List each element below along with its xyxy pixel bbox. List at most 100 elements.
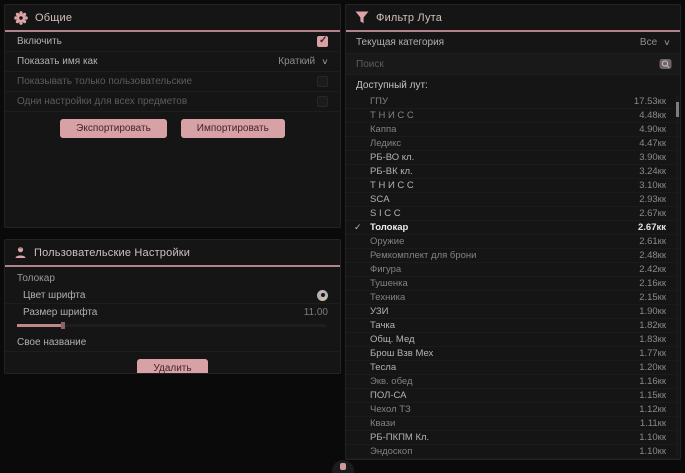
- list-item[interactable]: Чехол ТЗ1.12кк: [346, 403, 680, 417]
- list-item[interactable]: Тесла1.20кк: [346, 361, 680, 375]
- delete-button[interactable]: Удалить: [137, 359, 207, 374]
- list-item[interactable]: РБ-ПКПМ Кл.1.10кк: [346, 431, 680, 445]
- same-settings-checkbox[interactable]: [317, 96, 328, 107]
- only-custom-label: Показывать только пользовательские: [17, 76, 192, 87]
- loot-item-name: Оружие: [370, 236, 639, 247]
- list-item[interactable]: SCA2.93кк: [346, 193, 680, 207]
- funnel-icon: [355, 11, 369, 24]
- list-item[interactable]: УЗИ1.90кк: [346, 305, 680, 319]
- user-settings-panel: Пользовательские Настройки Толокар Цвет …: [4, 239, 341, 374]
- enable-checkbox[interactable]: [317, 36, 328, 47]
- window-drag-handle[interactable]: [332, 460, 354, 473]
- category-label: Текущая категория: [356, 37, 444, 48]
- list-item[interactable]: Тушенка2.16кк: [346, 277, 680, 291]
- setting-row-enable: Включить: [5, 32, 340, 52]
- category-dropdown[interactable]: Все ∨: [640, 37, 670, 48]
- available-loot-label: Доступный лут:: [346, 75, 680, 95]
- list-item[interactable]: Оружие2.61кк: [346, 235, 680, 249]
- loot-item-value: 2.16кк: [639, 278, 666, 289]
- font-color-row: Цвет шрифта: [5, 287, 340, 304]
- list-item[interactable]: Каппа4.90кк: [346, 123, 680, 137]
- only-custom-checkbox[interactable]: [317, 76, 328, 87]
- list-item[interactable]: ГПУ17.53кк: [346, 95, 680, 109]
- import-button[interactable]: Импортировать: [181, 119, 285, 138]
- list-item[interactable]: 0.2BTC1.09кк: [346, 459, 680, 460]
- loot-item-name: Фигура: [370, 264, 639, 275]
- list-item[interactable]: РБ-ВК кл.3.24кк: [346, 165, 680, 179]
- search-icon[interactable]: [659, 58, 672, 70]
- drag-handle-pin-icon: [340, 463, 346, 470]
- loot-item-name: Толокар: [370, 222, 638, 233]
- name-format-value: Краткий: [278, 56, 315, 67]
- user-icon: [14, 246, 27, 259]
- list-item[interactable]: Квази1.11кк: [346, 417, 680, 431]
- list-item[interactable]: Эндоскоп1.10кк: [346, 445, 680, 459]
- loot-item-name: Т Н И С С: [370, 180, 639, 191]
- custom-name-label: Свое название: [17, 337, 86, 348]
- loot-item-value: 2.67кк: [638, 222, 666, 233]
- loot-item-name: Брош Взв Мех: [370, 348, 639, 359]
- loot-item-value: 1.12кк: [639, 404, 666, 415]
- loot-item-name: Эндоскоп: [370, 446, 639, 457]
- list-item[interactable]: Экв. обед1.16кк: [346, 375, 680, 389]
- color-picker-icon[interactable]: [317, 290, 328, 301]
- delete-row: Удалить: [5, 352, 340, 374]
- loot-item-name: УЗИ: [370, 306, 639, 317]
- list-item[interactable]: Ледикс4.47кк: [346, 137, 680, 151]
- loot-item-value: 1.16кк: [639, 376, 666, 387]
- list-item[interactable]: ✓Толокар2.67кк: [346, 221, 680, 235]
- loot-item-value: 1.10кк: [639, 446, 666, 457]
- slider-fill: [17, 324, 63, 327]
- loot-item-value: 1.11кк: [640, 418, 666, 429]
- name-format-dropdown[interactable]: Краткий ∨: [278, 56, 328, 67]
- export-button[interactable]: Экспортировать: [60, 119, 167, 138]
- list-item[interactable]: Техника2.15кк: [346, 291, 680, 305]
- panel-title: Пользовательские Настройки: [34, 247, 190, 259]
- list-item[interactable]: Ремкомплект для брони2.48кк: [346, 249, 680, 263]
- name-format-label: Показать имя как: [17, 56, 97, 67]
- list-item[interactable]: Брош Взв Мех1.77кк: [346, 347, 680, 361]
- font-size-row: Размер шрифта 11.00: [5, 304, 340, 320]
- custom-name-row: Свое название: [5, 333, 340, 352]
- chevron-down-icon: ∨: [663, 38, 671, 47]
- list-item[interactable]: РБ-ВО кл.3.90кк: [346, 151, 680, 165]
- list-item[interactable]: Фигура2.42кк: [346, 263, 680, 277]
- slider-thumb[interactable]: [61, 322, 65, 329]
- search-input[interactable]: [354, 58, 659, 71]
- custom-name-input[interactable]: [94, 334, 328, 350]
- loot-item-value: 3.10кк: [639, 180, 666, 191]
- font-color-label: Цвет шрифта: [23, 290, 85, 301]
- selected-item-name: Толокар: [5, 267, 340, 287]
- loot-item-name: S I C C: [370, 208, 639, 219]
- loot-item-name: Экв. обед: [370, 376, 639, 387]
- loot-item-name: Тесла: [370, 362, 639, 373]
- loot-list: ГПУ17.53ккТ Н И С С4.48ккКаппа4.90ккЛеди…: [346, 95, 680, 460]
- loot-item-name: РБ-ВК кл.: [370, 166, 639, 177]
- loot-item-value: 3.90кк: [639, 152, 666, 163]
- loot-list-scrollbar[interactable]: [676, 95, 679, 456]
- list-item[interactable]: Тачка1.82кк: [346, 319, 680, 333]
- general-settings-panel: Общие Включить Показать имя как Краткий …: [4, 4, 341, 228]
- loot-item-name: ПОЛ-СА: [370, 390, 639, 401]
- list-item[interactable]: Т Н И С С4.48кк: [346, 109, 680, 123]
- list-item[interactable]: ПОЛ-СА1.15кк: [346, 389, 680, 403]
- loot-item-name: Ледикс: [370, 138, 639, 149]
- loot-item-value: 2.93кк: [639, 194, 666, 205]
- loot-item-value: 4.48кк: [639, 110, 666, 121]
- loot-item-name: РБ-ПКПМ Кл.: [370, 432, 639, 443]
- loot-item-value: 1.77кк: [639, 348, 666, 359]
- same-settings-label: Одни настройки для всех предметов: [17, 96, 187, 107]
- loot-item-value: 1.20кк: [639, 362, 666, 373]
- list-item[interactable]: Общ. Мед1.83кк: [346, 333, 680, 347]
- scrollbar-thumb[interactable]: [676, 102, 679, 117]
- general-panel-header: Общие: [5, 5, 340, 32]
- list-item[interactable]: Т Н И С С3.10кк: [346, 179, 680, 193]
- list-item[interactable]: S I C C2.67кк: [346, 207, 680, 221]
- export-import-row: Экспортировать Импортировать: [5, 112, 340, 145]
- loot-item-name: Тушенка: [370, 278, 639, 289]
- loot-item-value: 1.82кк: [639, 320, 666, 331]
- category-row: Текущая категория Все ∨: [346, 32, 680, 54]
- loot-item-name: Ремкомплект для брони: [370, 250, 639, 261]
- loot-item-name: Тачка: [370, 320, 639, 331]
- font-size-slider[interactable]: [17, 322, 326, 330]
